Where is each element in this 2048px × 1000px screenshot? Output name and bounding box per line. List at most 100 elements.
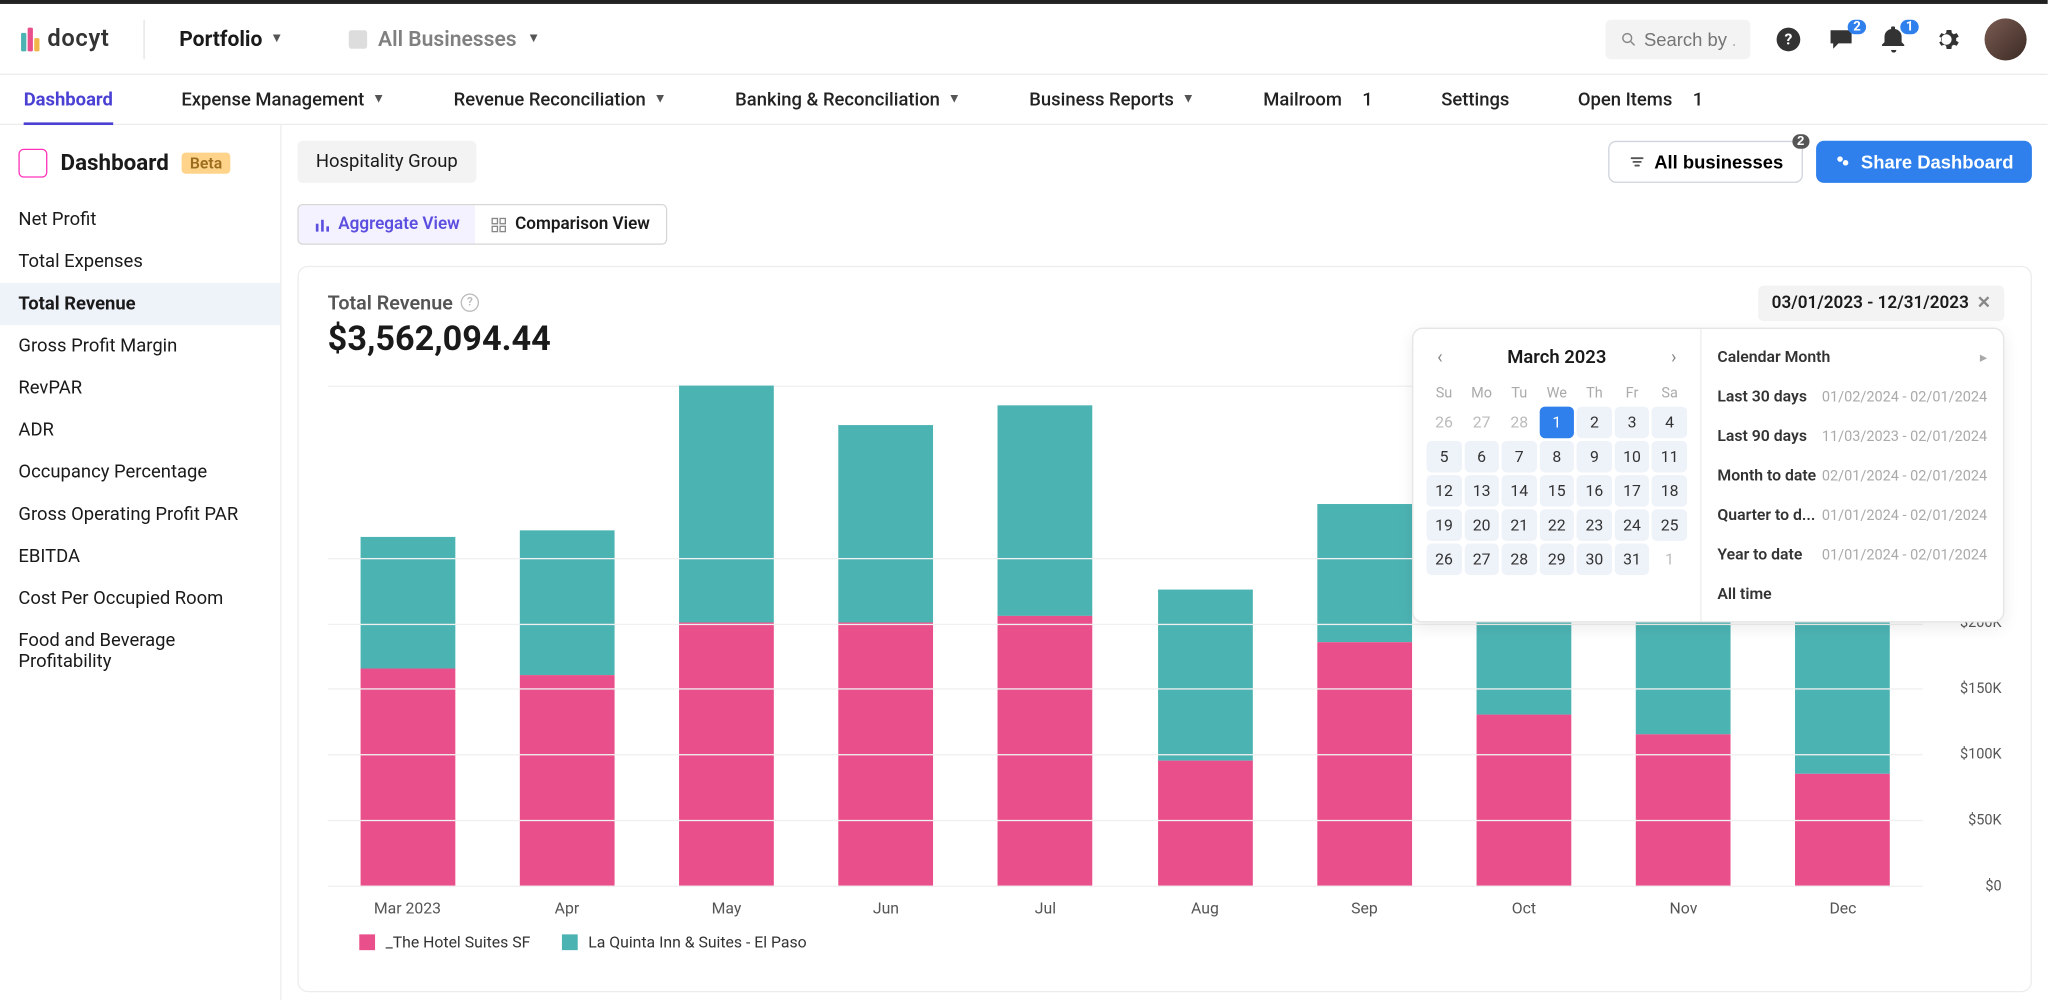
calendar-day[interactable]: 24 <box>1615 509 1650 541</box>
sidebar-item[interactable]: EBITDA <box>0 536 280 578</box>
calendar-day[interactable]: 10 <box>1615 441 1650 473</box>
calendar-day[interactable]: 28 <box>1502 544 1537 576</box>
calendar-day[interactable]: 8 <box>1539 441 1574 473</box>
sidebar-item[interactable]: Total Expenses <box>0 241 280 283</box>
date-preset[interactable]: All time <box>1702 574 2003 613</box>
nav-expense[interactable]: Expense Management▼ <box>181 89 385 110</box>
chat-icon[interactable]: 2 <box>1827 24 1856 53</box>
bar-segment[interactable] <box>1317 642 1412 885</box>
calendar-day[interactable]: 27 <box>1464 544 1499 576</box>
date-presets: Calendar Month▸Last 30 days01/02/2024 - … <box>1700 329 2003 621</box>
calendar-day[interactable]: 1 <box>1539 407 1574 439</box>
bar-segment[interactable] <box>520 530 615 675</box>
bar-segment[interactable] <box>360 669 455 886</box>
calendar-day[interactable]: 22 <box>1539 509 1574 541</box>
close-icon[interactable]: ✕ <box>1977 293 1991 313</box>
calendar-day[interactable]: 17 <box>1615 475 1650 507</box>
date-range-chip[interactable]: 03/01/2023 - 12/31/2023 ✕ <box>1759 286 2005 322</box>
calendar-day[interactable]: 15 <box>1539 475 1574 507</box>
bar-segment[interactable] <box>520 675 615 886</box>
aggregate-view-button[interactable]: Aggregate View <box>299 205 476 243</box>
date-preset[interactable]: Month to date02/01/2024 - 02/01/2024 <box>1702 455 2003 494</box>
bar-segment[interactable] <box>998 405 1093 616</box>
avatar[interactable] <box>1985 18 2027 60</box>
sidebar-item[interactable]: Gross Operating Profit PAR <box>0 494 280 536</box>
nav-open-items[interactable]: Open Items 1 <box>1578 89 1703 110</box>
all-businesses-button[interactable]: All businesses 2 <box>1608 141 1803 183</box>
search-box[interactable] <box>1606 19 1751 58</box>
bar-segment[interactable] <box>1796 616 1891 774</box>
calendar-day[interactable]: 4 <box>1652 407 1687 439</box>
portfolio-dropdown[interactable]: Portfolio ▼ <box>179 26 283 51</box>
bar-segment[interactable] <box>839 425 934 622</box>
help-tooltip-icon[interactable]: ? <box>461 293 479 311</box>
date-preset[interactable]: Calendar Month▸ <box>1702 337 2003 376</box>
calendar-day[interactable]: 3 <box>1615 407 1650 439</box>
sidebar-item[interactable]: Food and Beverage Profitability <box>0 620 280 683</box>
calendar-day[interactable]: 21 <box>1502 509 1537 541</box>
calendar-day[interactable]: 26 <box>1427 544 1462 576</box>
sidebar-item[interactable]: ADR <box>0 409 280 451</box>
calendar-day[interactable]: 9 <box>1577 441 1612 473</box>
calendar-day[interactable]: 6 <box>1464 441 1499 473</box>
next-month-button[interactable]: › <box>1666 347 1682 368</box>
sidebar: Dashboard Beta Net ProfitTotal ExpensesT… <box>0 125 282 1000</box>
calendar-day[interactable]: 12 <box>1427 475 1462 507</box>
calendar-day[interactable]: 7 <box>1502 441 1537 473</box>
logo[interactable]: docyt <box>21 25 109 53</box>
calendar-day[interactable]: 28 <box>1502 407 1537 439</box>
nav-revenue[interactable]: Revenue Reconciliation▼ <box>454 89 667 110</box>
date-preset[interactable]: Last 90 days11/03/2023 - 02/01/2024 <box>1702 416 2003 455</box>
nav-reports[interactable]: Business Reports▼ <box>1029 89 1195 110</box>
sidebar-item[interactable]: Total Revenue <box>0 283 280 325</box>
nav-mailroom[interactable]: Mailroom 1 <box>1263 89 1373 110</box>
calendar-day[interactable]: 29 <box>1539 544 1574 576</box>
bar-segment[interactable] <box>1636 734 1731 885</box>
nav-settings[interactable]: Settings <box>1441 89 1509 110</box>
calendar-day[interactable]: 16 <box>1577 475 1612 507</box>
nav-banking[interactable]: Banking & Reconciliation▼ <box>735 89 961 110</box>
bar-segment[interactable] <box>1317 504 1412 642</box>
calendar-day[interactable]: 5 <box>1427 441 1462 473</box>
nav-dashboard[interactable]: Dashboard <box>24 89 113 125</box>
calendar-day[interactable]: 20 <box>1464 509 1499 541</box>
date-preset[interactable]: Last 30 days01/02/2024 - 02/01/2024 <box>1702 376 2003 415</box>
calendar-day[interactable]: 13 <box>1464 475 1499 507</box>
sidebar-item[interactable]: Gross Profit Margin <box>0 325 280 367</box>
calendar-day[interactable]: 14 <box>1502 475 1537 507</box>
sidebar-item[interactable]: Occupancy Percentage <box>0 451 280 493</box>
date-preset[interactable]: Year to date01/01/2024 - 02/01/2024 <box>1702 534 2003 573</box>
date-preset[interactable]: Quarter to d...01/01/2024 - 02/01/2024 <box>1702 495 2003 534</box>
legend: _The Hotel Suites SF La Quinta Inn & Sui… <box>328 933 2002 951</box>
all-businesses-dropdown[interactable]: All Businesses ▼ <box>349 26 540 51</box>
bell-icon[interactable]: 1 <box>1879 24 1908 53</box>
calendar-day[interactable]: 18 <box>1652 475 1687 507</box>
breadcrumb-chip[interactable]: Hospitality Group <box>297 141 476 183</box>
calendar-day[interactable]: 11 <box>1652 441 1687 473</box>
help-icon[interactable]: ? <box>1774 24 1803 53</box>
gear-icon[interactable] <box>1932 24 1961 53</box>
bar-segment[interactable] <box>1158 761 1253 886</box>
bar-segment[interactable] <box>998 616 1093 886</box>
sidebar-item[interactable]: RevPAR <box>0 367 280 409</box>
calendar-day[interactable]: 26 <box>1427 407 1462 439</box>
bar-segment[interactable] <box>1796 774 1891 886</box>
sidebar-item[interactable]: Cost Per Occupied Room <box>0 578 280 620</box>
share-button[interactable]: Share Dashboard <box>1816 141 2032 183</box>
search-input[interactable] <box>1644 28 1735 49</box>
prev-month-button[interactable]: ‹ <box>1432 347 1448 368</box>
calendar-day[interactable]: 31 <box>1615 544 1650 576</box>
comparison-view-button[interactable]: Comparison View <box>476 205 666 243</box>
calendar-day[interactable]: 27 <box>1464 407 1499 439</box>
legend-swatch <box>359 934 375 950</box>
bar-segment[interactable] <box>1477 715 1572 886</box>
calendar-day[interactable]: 30 <box>1577 544 1612 576</box>
calendar-day[interactable]: 1 <box>1652 544 1687 576</box>
calendar-day[interactable]: 2 <box>1577 407 1612 439</box>
calendar-day[interactable]: 25 <box>1652 509 1687 541</box>
calendar-day[interactable]: 23 <box>1577 509 1612 541</box>
bar-segment[interactable] <box>1158 590 1253 761</box>
sidebar-item[interactable]: Net Profit <box>0 199 280 241</box>
bar-segment[interactable] <box>679 386 774 623</box>
calendar-day[interactable]: 19 <box>1427 509 1462 541</box>
